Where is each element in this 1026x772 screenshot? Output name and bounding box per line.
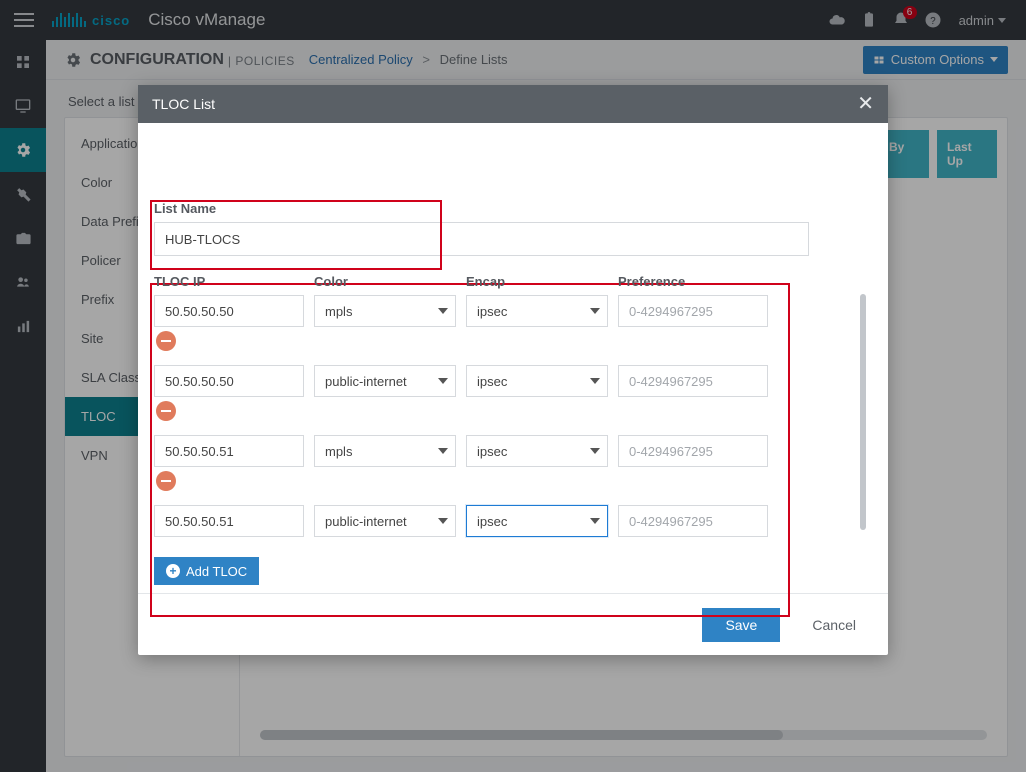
tloc-row	[154, 435, 846, 467]
tloc-color-select[interactable]	[314, 295, 456, 327]
tloc-ip-input[interactable]	[154, 505, 304, 537]
tloc-row	[154, 505, 846, 537]
tloc-list-modal: TLOC List ✕ List Name TLOC IP Color Enca…	[138, 85, 888, 655]
tloc-pref-input[interactable]	[618, 435, 768, 467]
modal-body: List Name TLOC IP Color Encap Preference…	[138, 123, 888, 593]
tloc-ip-input[interactable]	[154, 435, 304, 467]
remove-tloc-button[interactable]	[156, 471, 176, 491]
add-tloc-label: Add TLOC	[186, 564, 247, 579]
minus-icon	[161, 410, 171, 412]
tloc-pref-input[interactable]	[618, 295, 768, 327]
cancel-button[interactable]: Cancel	[812, 617, 856, 633]
tloc-encap-select[interactable]	[466, 295, 608, 327]
tloc-encap-select[interactable]	[466, 365, 608, 397]
tloc-ip-input[interactable]	[154, 365, 304, 397]
tloc-rows-area: TLOC IP Color Encap Preference + Add TLO…	[154, 274, 872, 585]
tloc-color-select[interactable]	[314, 435, 456, 467]
vertical-scrollbar[interactable]	[860, 294, 866, 530]
remove-tloc-button[interactable]	[156, 331, 176, 351]
tloc-encap-select[interactable]	[466, 505, 608, 537]
remove-tloc-button[interactable]	[156, 401, 176, 421]
modal-footer: Save Cancel	[138, 593, 888, 655]
close-icon[interactable]: ✕	[857, 94, 874, 114]
col-color: Color	[314, 274, 456, 289]
modal-header: TLOC List ✕	[138, 85, 888, 123]
minus-icon	[161, 340, 171, 342]
col-tloc-ip: TLOC IP	[154, 274, 304, 289]
save-button[interactable]: Save	[702, 608, 780, 642]
minus-icon	[161, 480, 171, 482]
tloc-ip-input[interactable]	[154, 295, 304, 327]
tloc-color-select[interactable]	[314, 365, 456, 397]
tloc-color-select[interactable]	[314, 505, 456, 537]
tloc-pref-input[interactable]	[618, 505, 768, 537]
list-name-label: List Name	[154, 199, 872, 216]
col-encap: Encap	[466, 274, 608, 289]
tloc-row	[154, 295, 846, 327]
tloc-pref-input[interactable]	[618, 365, 768, 397]
tloc-row	[154, 365, 846, 397]
list-name-input[interactable]	[154, 222, 809, 256]
modal-title: TLOC List	[152, 96, 215, 112]
plus-icon: +	[166, 564, 180, 578]
add-tloc-button[interactable]: + Add TLOC	[154, 557, 259, 585]
tloc-encap-select[interactable]	[466, 435, 608, 467]
col-preference: Preference	[618, 274, 768, 289]
